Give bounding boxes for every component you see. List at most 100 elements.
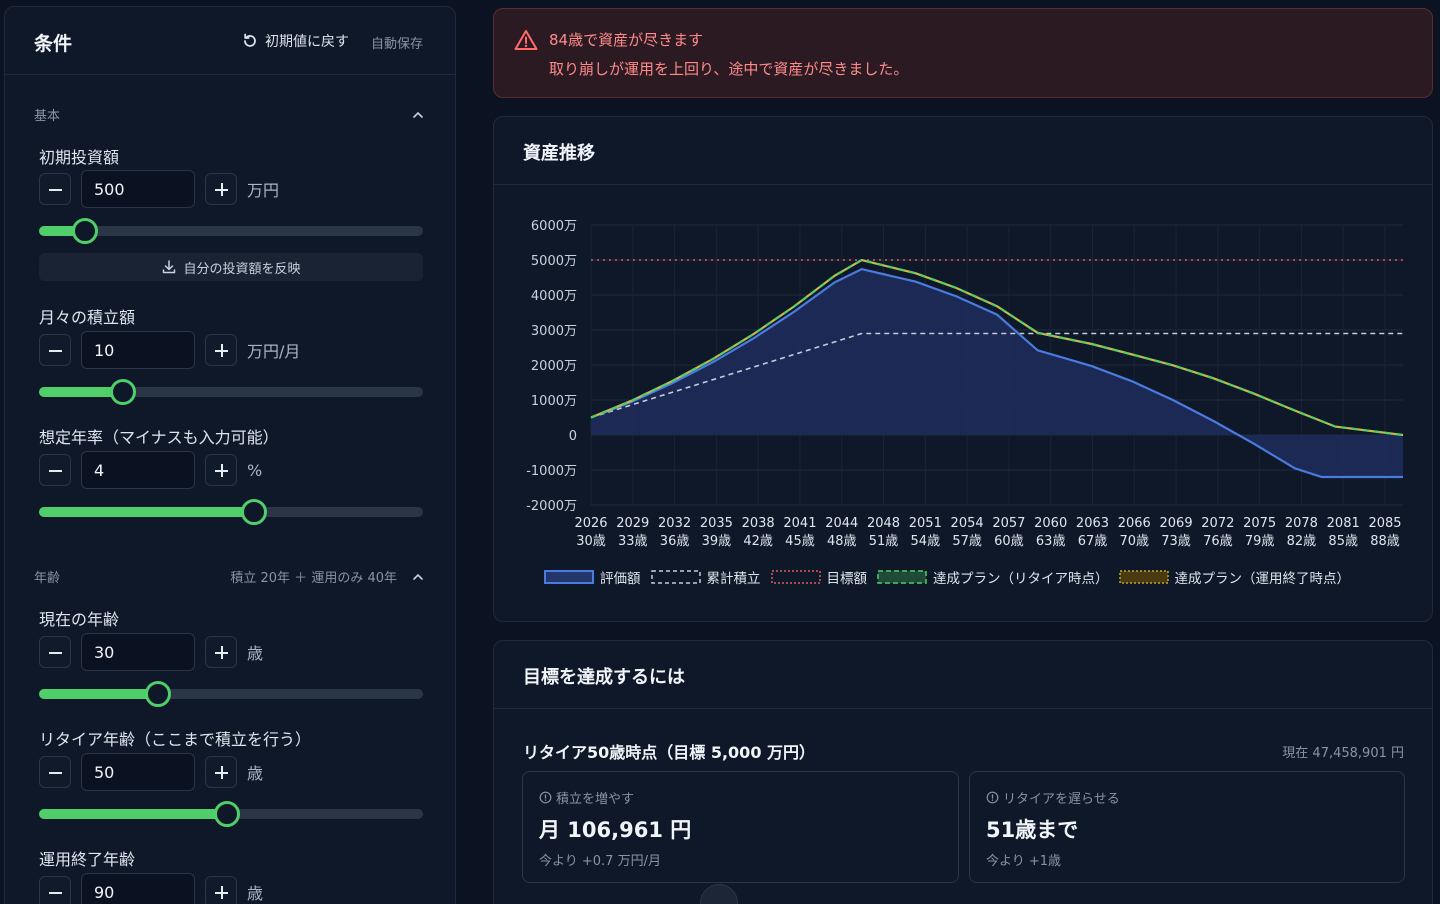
decrement-button[interactable]: [39, 636, 71, 668]
x-tick-year: 2054: [951, 516, 984, 531]
info-icon: [539, 791, 552, 804]
x-tick-age: 36歳: [660, 534, 690, 549]
x-tick-age: 60歳: [994, 534, 1024, 549]
reflect-investment-button[interactable]: 自分の投資額を反映: [39, 253, 423, 281]
monthly-contribution-slider[interactable]: [39, 379, 423, 405]
initial-investment-slider[interactable]: [39, 218, 423, 244]
legend-item[interactable]: 達成プラン（運用終了時点）: [1118, 567, 1351, 587]
reset-label: 初期値に戻す: [265, 34, 349, 50]
decrement-button[interactable]: [39, 756, 71, 788]
decrement-button[interactable]: [39, 334, 71, 366]
x-tick-age: 63歳: [1036, 534, 1066, 549]
retire-age-stepper: 歳: [39, 753, 263, 791]
option-delta: 今より +0.7 万円/月: [539, 854, 661, 869]
increment-button[interactable]: [205, 454, 237, 486]
increment-button[interactable]: [205, 334, 237, 366]
x-tick-age: 82歳: [1287, 534, 1317, 549]
slider-thumb[interactable]: [241, 499, 268, 525]
legend-swatch: [544, 570, 594, 584]
slider-thumb[interactable]: [214, 801, 241, 827]
chart-legend: 評価額 累計積立 目標額 達成プラン（リタイア時点） 達成プラン（運用終了時点）: [544, 567, 1350, 587]
goal-subtitle: リタイア50歳時点（目標 5,000 万円）: [523, 743, 816, 762]
slider-thumb[interactable]: [72, 218, 99, 244]
chart-card-header: 資産推移: [494, 117, 1432, 185]
unit-label: %: [247, 460, 263, 480]
option-value: 51歳まで: [986, 818, 1079, 842]
asset-chart-card: 資産推移 6000万 5000万 4000万 3000万 2000万 1000万 0 -100…: [493, 116, 1433, 622]
x-tick-year: 2041: [783, 516, 816, 531]
increment-button[interactable]: [205, 636, 237, 668]
y-tick-label: 5000万: [531, 254, 577, 269]
x-tick-year: 2035: [700, 516, 733, 531]
legend-swatch: [1118, 570, 1169, 584]
retire-age-label: リタイア年齢（ここまで積立を行う）: [39, 730, 312, 749]
age-summary: 積立 20年 ＋ 運用のみ 40年: [230, 571, 397, 586]
x-tick-age: 45歳: [785, 534, 815, 549]
legend-label: 目標額: [826, 571, 868, 587]
initial-investment-label: 初期投資額: [39, 148, 120, 167]
legend-item[interactable]: 達成プラン（リタイア時点）: [877, 567, 1109, 587]
monthly-contribution-input[interactable]: [81, 331, 195, 369]
x-tick-year: 2026: [574, 516, 607, 531]
x-tick-age: 79歳: [1245, 534, 1275, 549]
annual-return-slider[interactable]: [39, 499, 423, 525]
end-age-stepper: 歳: [39, 873, 263, 904]
increase-contribution-option[interactable]: 積立を増やす 月 106,961 円 今より +0.7 万円/月: [522, 771, 959, 883]
x-tick-age: 39歳: [702, 534, 732, 549]
chevron-up-icon[interactable]: [411, 108, 425, 122]
option-title-text: 積立を増やす: [556, 792, 635, 807]
legend-swatch: [877, 570, 927, 584]
info-icon: [986, 791, 999, 804]
legend-item[interactable]: 評価額: [544, 567, 641, 587]
x-tick-age: 30歳: [576, 534, 606, 549]
decrement-button[interactable]: [39, 454, 71, 486]
download-icon: [163, 260, 176, 274]
reset-icon: [244, 33, 256, 47]
asset-chart: 6000万 5000万 4000万 3000万 2000万 1000万 0 -1000万 -20…: [526, 219, 1404, 549]
initial-investment-input[interactable]: [81, 170, 195, 208]
increment-button[interactable]: [205, 876, 237, 904]
x-tick-year: 2085: [1368, 516, 1401, 531]
x-tick-age: 70歳: [1119, 534, 1149, 549]
slider-thumb[interactable]: [145, 681, 172, 707]
retire-age-slider[interactable]: [39, 801, 423, 827]
y-tick-label: 3000万: [531, 324, 577, 339]
x-tick-year: 2078: [1285, 516, 1318, 531]
conditions-title: 条件: [34, 33, 73, 55]
valuation-area: [591, 269, 1403, 477]
x-tick-age: 54歳: [911, 534, 941, 549]
retire-age-input[interactable]: [81, 753, 195, 791]
x-tick-year: 2057: [992, 516, 1025, 531]
depletion-alert: 84歳で資産が尽きます 取り崩しが運用を上回り、途中で資産が尽きました。: [493, 8, 1433, 98]
x-tick-age: 33歳: [618, 534, 648, 549]
slider-thumb[interactable]: [110, 379, 137, 405]
legend-label: 達成プラン（リタイア時点）: [933, 571, 1109, 587]
legend-label: 達成プラン（運用終了時点）: [1174, 571, 1351, 587]
option-value: 月 106,961 円: [539, 818, 692, 842]
legend-label: 累計積立: [706, 571, 761, 587]
chevron-up-icon[interactable]: [411, 570, 425, 584]
chart-title: 資産推移: [523, 143, 595, 164]
goal-current-value: 現在 47,458,901 円: [1282, 746, 1404, 761]
autosave-label: 自動保存: [371, 37, 424, 52]
goal-card-header: 目標を達成するには: [494, 641, 1432, 709]
decrement-button[interactable]: [39, 876, 71, 904]
annual-return-label: 想定年率（マイナスも入力可能）: [39, 428, 279, 447]
delay-retirement-option[interactable]: リタイアを遅らせる 51歳まで 今より +1歳: [969, 771, 1405, 883]
current-age-input[interactable]: [81, 633, 195, 671]
decrement-button[interactable]: [39, 173, 71, 205]
legend-swatch: [770, 570, 821, 584]
annual-return-stepper: %: [39, 451, 262, 489]
x-tick-age: 57歳: [952, 534, 982, 549]
age-section-header: 年齢: [34, 571, 61, 586]
end-age-input[interactable]: [81, 873, 195, 904]
reset-button[interactable]: 初期値に戻す: [241, 31, 349, 51]
x-tick-year: 2063: [1076, 516, 1109, 531]
y-tick-label: 4000万: [531, 289, 577, 304]
current-age-slider[interactable]: [39, 681, 423, 707]
increment-button[interactable]: [205, 756, 237, 788]
legend-item[interactable]: 累計積立: [650, 567, 761, 587]
increment-button[interactable]: [205, 173, 237, 205]
annual-return-input[interactable]: [81, 451, 195, 489]
legend-item[interactable]: 目標額: [770, 567, 868, 587]
